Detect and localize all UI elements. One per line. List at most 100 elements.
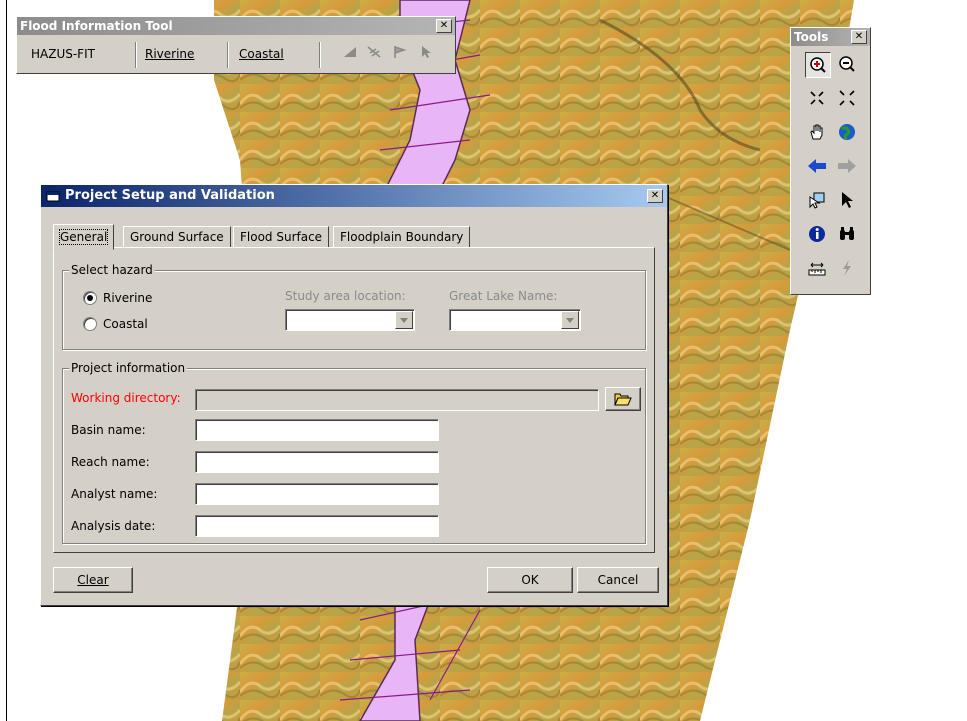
- analysis-date-label: Analysis date:: [71, 519, 156, 533]
- forward-extent-button[interactable]: [835, 154, 859, 178]
- find-button[interactable]: [835, 222, 859, 246]
- tab-flood-surface[interactable]: Flood Surface: [233, 226, 330, 248]
- close-icon: ✕: [439, 20, 449, 31]
- select-features-icon: [809, 192, 825, 209]
- menu-separator: [227, 42, 229, 68]
- ok-button[interactable]: OK: [487, 567, 573, 593]
- project-setup-dialog: Project Setup and Validation ✕ General G…: [40, 184, 668, 606]
- menu-coastal[interactable]: Coastal: [239, 47, 284, 61]
- coastal-radio[interactable]: Coastal: [83, 317, 148, 331]
- pan-button[interactable]: [805, 120, 829, 144]
- basin-name-label: Basin name:: [71, 423, 146, 437]
- zoom-in-button[interactable]: [805, 52, 831, 78]
- app-icon: [46, 191, 60, 202]
- fixed-zoom-out-icon: [839, 90, 855, 106]
- zoom-in-icon: [810, 57, 826, 73]
- close-icon: ✕: [854, 31, 864, 42]
- reach-name-input[interactable]: [195, 451, 439, 473]
- riverine-radio[interactable]: Riverine: [83, 291, 152, 305]
- basin-name-input[interactable]: [195, 419, 439, 441]
- project-information-group: Project information Working directory: B…: [62, 361, 646, 544]
- tools-palette: Tools ✕: [790, 27, 871, 295]
- general-tab-panel: Select hazard Riverine Coastal Study are…: [53, 247, 655, 553]
- great-lake-combo[interactable]: [449, 309, 581, 331]
- identify-button[interactable]: [805, 222, 829, 246]
- flag-icon[interactable]: [393, 45, 407, 59]
- tab-flood-surface-label: Flood Surface: [240, 230, 323, 244]
- tab-general[interactable]: General: [53, 224, 115, 250]
- analysis-date-input[interactable]: [195, 515, 439, 537]
- study-area-dropdown-button[interactable]: [395, 311, 413, 329]
- cancel-button-label: Cancel: [597, 573, 639, 587]
- great-lake-dropdown-button[interactable]: [561, 311, 579, 329]
- find-icon: [840, 227, 854, 240]
- working-directory-label: Working directory:: [71, 391, 181, 405]
- project-information-legend: Project information: [69, 361, 188, 375]
- browse-folder-button[interactable]: [605, 387, 641, 411]
- tab-floodplain-boundary-label: Floodplain Boundary: [340, 230, 464, 244]
- study-area-combo[interactable]: [285, 309, 415, 331]
- forward-extent-icon: [838, 159, 856, 173]
- fixed-zoom-in-button[interactable]: [805, 86, 829, 110]
- ok-button-label: OK: [521, 573, 539, 587]
- cancel-button[interactable]: Cancel: [577, 567, 659, 593]
- riverine-radio-label: Riverine: [103, 291, 153, 305]
- chevron-down-icon: [566, 317, 574, 323]
- menu-separator: [135, 42, 137, 68]
- flood-tool-close-button[interactable]: ✕: [436, 19, 452, 33]
- tab-ground-surface[interactable]: Ground Surface: [123, 226, 231, 248]
- fixed-zoom-in-icon: [810, 91, 824, 105]
- coastal-radio-label: Coastal: [103, 317, 148, 331]
- analyst-name-input[interactable]: [195, 483, 439, 505]
- riverine-radio-button[interactable]: [83, 291, 97, 305]
- pointer-icon[interactable]: [419, 45, 433, 59]
- tab-general-label: General: [58, 229, 109, 245]
- hyperlink-icon: [843, 260, 851, 276]
- river-tool-icon[interactable]: [367, 45, 381, 59]
- pan-icon: [810, 124, 823, 140]
- study-area-label: Study area location:: [285, 289, 406, 303]
- select-hazard-group: Select hazard Riverine Coastal Study are…: [62, 263, 646, 350]
- tools-close-button[interactable]: ✕: [851, 30, 867, 44]
- back-extent-icon: [808, 159, 826, 173]
- clear-button-label: Clear: [77, 573, 109, 587]
- flood-information-tool-window: Flood Information Tool ✕ HAZUS-FIT River…: [16, 16, 456, 74]
- open-folder-icon: [614, 393, 632, 406]
- flood-tool-menubar: HAZUS-FIT Riverine Coastal: [17, 37, 455, 71]
- clear-button[interactable]: Clear: [53, 567, 133, 593]
- select-features-button[interactable]: [805, 188, 829, 212]
- dialog-title: Project Setup and Validation: [65, 188, 275, 203]
- select-element-button[interactable]: [835, 188, 859, 212]
- measure-button[interactable]: [805, 256, 829, 280]
- menu-riverine[interactable]: Riverine: [145, 47, 194, 61]
- fixed-zoom-out-button[interactable]: [835, 86, 859, 110]
- zoom-out-button[interactable]: [835, 52, 859, 76]
- coastal-radio-button[interactable]: [83, 317, 97, 331]
- tools-titlebar[interactable]: Tools ✕: [791, 28, 870, 46]
- flood-tool-titlebar[interactable]: Flood Information Tool ✕: [17, 17, 455, 35]
- measure-icon: [808, 262, 826, 276]
- hyperlink-button[interactable]: [835, 256, 859, 280]
- select-hazard-legend: Select hazard: [69, 263, 155, 277]
- draw-cross-section-icon[interactable]: [343, 45, 357, 59]
- analyst-name-label: Analyst name:: [71, 487, 158, 501]
- back-extent-button[interactable]: [805, 154, 829, 178]
- great-lake-label: Great Lake Name:: [449, 289, 558, 303]
- reach-name-label: Reach name:: [71, 455, 150, 469]
- menu-separator: [319, 42, 321, 68]
- full-extent-button[interactable]: [835, 120, 859, 144]
- full-extent-icon: [839, 124, 855, 141]
- tab-floodplain-boundary[interactable]: Floodplain Boundary: [333, 226, 471, 248]
- dialog-close-button[interactable]: ✕: [647, 189, 663, 203]
- zoom-out-icon: [839, 56, 855, 72]
- working-directory-field[interactable]: [195, 389, 599, 411]
- select-element-icon: [842, 192, 853, 208]
- identify-icon: [809, 226, 825, 242]
- menu-hazus-fit[interactable]: HAZUS-FIT: [31, 47, 95, 61]
- close-icon: ✕: [650, 190, 660, 201]
- tab-ground-surface-label: Ground Surface: [130, 230, 224, 244]
- tools-title: Tools: [794, 30, 829, 44]
- flood-tool-title: Flood Information Tool: [20, 19, 173, 33]
- chevron-down-icon: [400, 317, 408, 323]
- dialog-titlebar[interactable]: Project Setup and Validation ✕: [41, 185, 667, 207]
